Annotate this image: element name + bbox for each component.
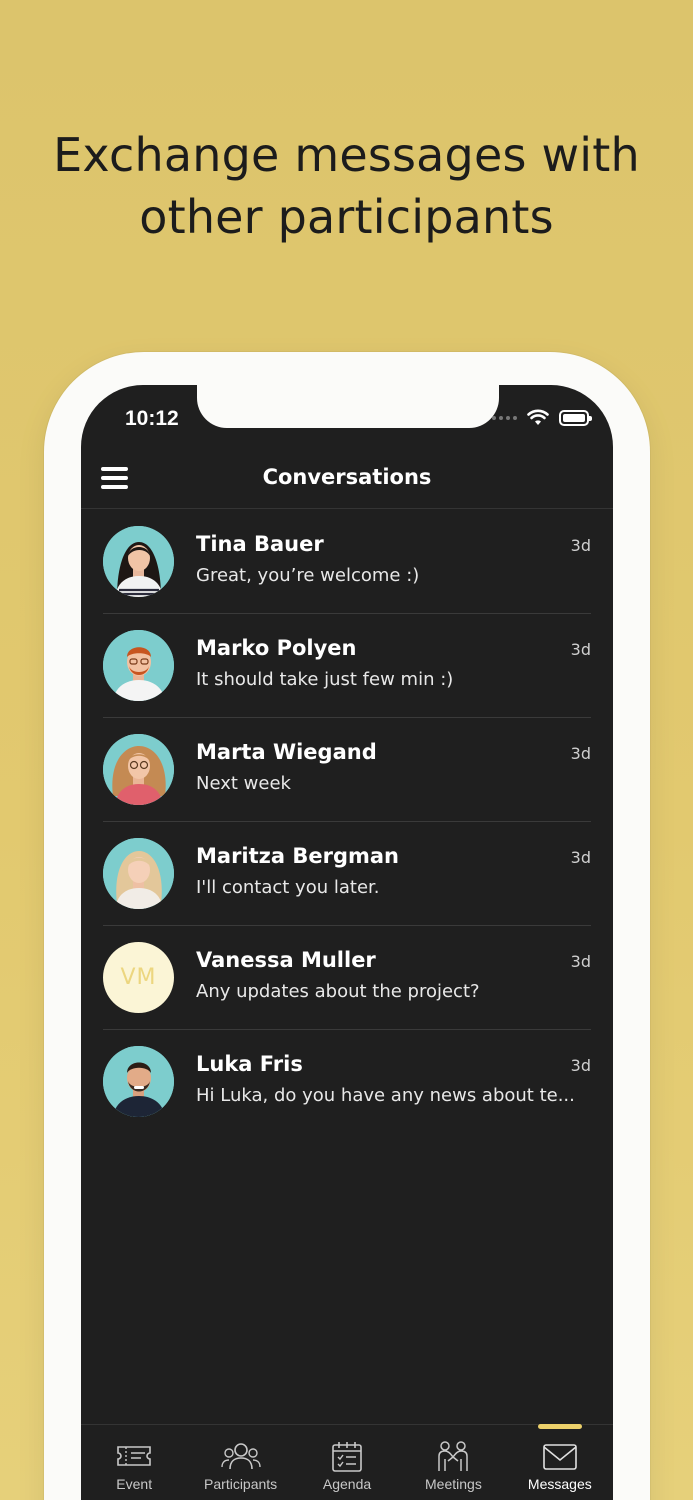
conversation-name: Maritza Bergman	[196, 844, 400, 868]
phone-notch	[197, 385, 499, 428]
participants-icon	[220, 1443, 261, 1470]
conversation-time: 3d	[570, 1056, 591, 1075]
handshake-icon	[438, 1441, 469, 1471]
tab-event[interactable]: Event	[81, 1425, 187, 1500]
conversation-name: Luka Fris	[196, 1052, 303, 1076]
tab-participants[interactable]: Participants	[187, 1425, 293, 1500]
tab-messages[interactable]: Messages	[507, 1424, 613, 1500]
conversation-time: 3d	[570, 952, 591, 971]
conversation-item[interactable]: Luka Fris Hi Luka, do you have any news …	[81, 1030, 613, 1134]
conversation-item[interactable]: Marta Wiegand Next week 3d	[81, 718, 613, 822]
tab-label: Meetings	[425, 1476, 482, 1492]
tab-label: Agenda	[322, 1476, 372, 1492]
tab-label: Event	[116, 1476, 153, 1492]
status-time: 10:12	[125, 407, 179, 430]
tab-label: Participants	[204, 1476, 278, 1492]
avatar	[103, 1046, 174, 1117]
conversation-preview: It should take just few min :)	[196, 669, 454, 690]
avatar	[103, 838, 174, 909]
tab-label: Messages	[527, 1476, 592, 1492]
conversation-preview: Any updates about the project?	[196, 981, 480, 1002]
conversation-list: Tina Bauer Great, you’re welcome :) 3d M…	[81, 510, 613, 1134]
conversation-name: Vanessa Muller	[196, 948, 376, 972]
headline-line-1: Exchange messages with	[53, 128, 640, 182]
tab-meetings[interactable]: Meetings	[400, 1425, 506, 1500]
conversation-item[interactable]: Maritza Bergman I'll contact you later. …	[81, 822, 613, 926]
status-icons	[492, 409, 592, 427]
battery-icon	[559, 410, 592, 426]
active-tab-indicator	[537, 1424, 582, 1429]
ticket-icon	[117, 1446, 152, 1466]
conversation-time: 3d	[570, 744, 591, 763]
conversation-item[interactable]: Marko Polyen It should take just few min…	[81, 614, 613, 718]
conversation-time: 3d	[570, 848, 591, 867]
tab-bar: Event Participants Agenda Meetings Messa…	[81, 1424, 613, 1500]
avatar	[103, 734, 174, 805]
avatar	[103, 526, 174, 597]
conversation-name: Marko Polyen	[196, 636, 357, 660]
conversation-preview: Great, you’re welcome :)	[196, 565, 420, 586]
page-title: Conversations	[262, 465, 432, 489]
wifi-icon	[527, 409, 549, 425]
avatar	[103, 630, 174, 701]
avatar-initials: VM	[103, 942, 174, 1013]
headline-line-2: other participants	[139, 190, 554, 244]
conversation-preview: Hi Luka, do you have any news about te..…	[196, 1085, 575, 1106]
navbar: Conversations	[81, 445, 613, 509]
tab-agenda[interactable]: Agenda	[294, 1425, 400, 1500]
conversation-preview: I'll contact you later.	[196, 877, 380, 898]
conversation-item[interactable]: VM Vanessa Muller Any updates about the …	[81, 926, 613, 1030]
signal-icon	[492, 416, 517, 420]
calendar-icon	[332, 1442, 362, 1472]
conversation-item[interactable]: Tina Bauer Great, you’re welcome :) 3d	[81, 510, 613, 614]
conversation-name: Tina Bauer	[196, 532, 324, 556]
headline: Exchange messages with other participant…	[0, 124, 693, 248]
envelope-icon	[543, 1444, 577, 1470]
phone-screen: 10:12 Conversations Tina Bauer Great, yo…	[81, 385, 613, 1500]
conversation-time: 3d	[570, 640, 591, 659]
conversation-name: Marta Wiegand	[196, 740, 377, 764]
conversation-preview: Next week	[196, 773, 291, 794]
conversation-time: 3d	[570, 536, 591, 555]
